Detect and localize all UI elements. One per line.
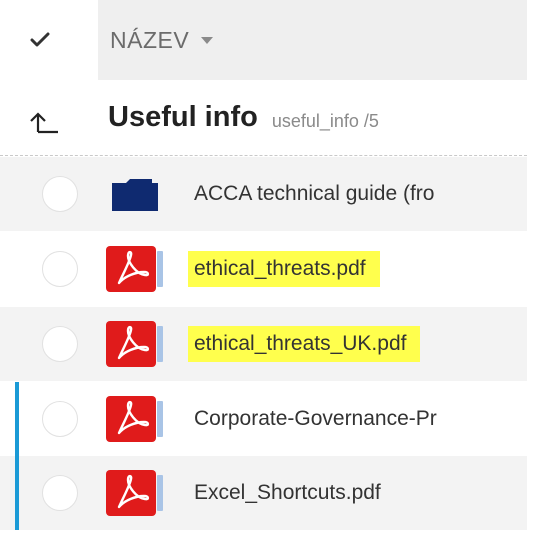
file-name: ethical_threats_UK.pdf <box>188 326 421 362</box>
row-select-radio[interactable] <box>42 475 78 511</box>
list-item[interactable]: ACCA technical guide (fro <box>0 157 527 231</box>
parent-folder-button[interactable] <box>0 80 98 156</box>
pdf-icon <box>106 396 163 442</box>
row-select-radio[interactable] <box>42 251 78 287</box>
row-select-radio[interactable] <box>42 401 78 437</box>
column-header-label: NÁZEV <box>110 26 190 53</box>
file-name: ethical_threats.pdf <box>188 251 380 287</box>
folder-icon <box>112 179 158 211</box>
scroll-edge <box>527 0 536 536</box>
list-item[interactable]: Excel_Shortcuts.pdf <box>0 456 527 530</box>
file-browser: NÁZEV Useful info useful_info /5 ACCA te… <box>0 0 527 536</box>
list-item[interactable]: ethical_threats.pdf <box>0 232 527 306</box>
checkmark-icon <box>30 32 50 47</box>
up-arrow-icon <box>30 111 58 133</box>
pdf-icon <box>106 470 163 516</box>
current-folder-row: Useful info useful_info /5 <box>0 80 527 156</box>
file-name: Excel_Shortcuts.pdf <box>194 481 381 504</box>
row-select-radio[interactable] <box>42 326 78 362</box>
select-all-checkbox[interactable] <box>0 0 98 80</box>
list-item[interactable]: ethical_threats_UK.pdf <box>0 307 527 381</box>
column-header-name[interactable]: NÁZEV <box>98 0 527 80</box>
folder-title: Useful info <box>108 101 258 133</box>
file-name: ACCA technical guide (fro <box>194 182 435 205</box>
pdf-icon <box>106 246 163 292</box>
folder-path: useful_info /5 <box>271 111 379 131</box>
row-select-radio[interactable] <box>42 176 78 212</box>
list-item[interactable]: Corporate-Governance-Pr <box>0 382 527 456</box>
pdf-icon <box>106 321 163 367</box>
file-name: Corporate-Governance-Pr <box>194 407 437 430</box>
list-header: NÁZEV <box>0 0 527 80</box>
caret-down-icon <box>201 36 214 44</box>
